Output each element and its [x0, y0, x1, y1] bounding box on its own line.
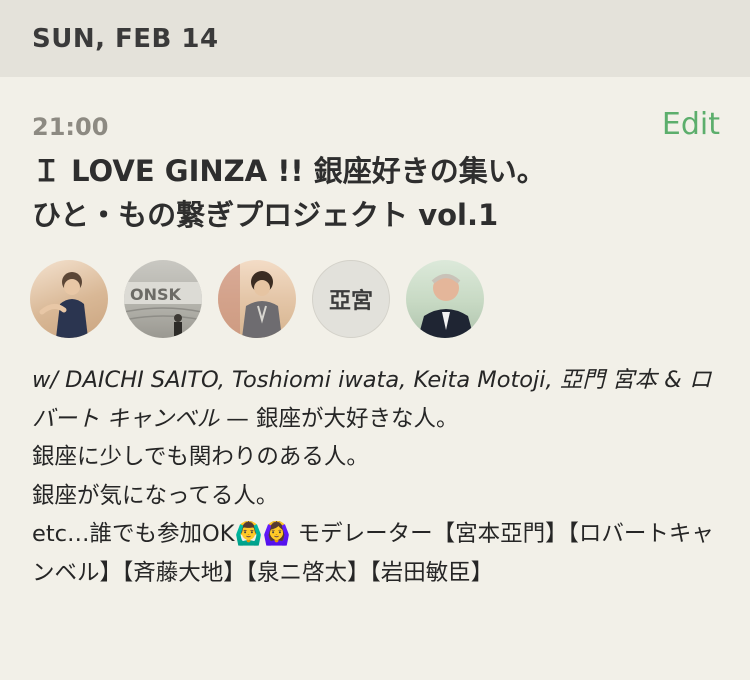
event-time: 21:00 — [32, 113, 109, 141]
description-line: etc…誰でも参加OK🙆‍♂️🙆‍♀️ モデレーター【宮本亞門】【ロバートキャン… — [32, 521, 714, 586]
description-line: 銀座に少しでも関わりのある人。 — [32, 444, 369, 470]
event-title-line-2: ひと・もの繋ぎプロジェクト vol.1 — [32, 198, 499, 232]
description-text: — 銀座が大好きな人。 — [219, 405, 459, 432]
event-title: Ｉ LOVE GINZA !! 銀座好きの集い。 ひと・もの繋ぎプロジェクト v… — [32, 149, 722, 237]
event-title-line-1: Ｉ LOVE GINZA !! 銀座好きの集い。 — [32, 154, 546, 188]
person-photo-icon — [218, 260, 282, 338]
event-meta-row: 21:00 Edit — [32, 107, 720, 147]
description-line: 銀座が気になってる人。 — [32, 482, 279, 509]
avatar-initials-text: 亞宮 — [328, 289, 373, 314]
description-line: w/ DAICHI SAITO, Toshiomi iwata, Keita M… — [32, 361, 722, 438]
person-photo-icon — [39, 272, 88, 338]
person-photo-icon — [418, 274, 474, 338]
avatar[interactable]: ONSK — [124, 260, 202, 338]
date-label: SUN, FEB 14 — [32, 23, 219, 54]
speaker-avatars: ONSK 亞宮 — [30, 260, 484, 338]
edit-button[interactable]: Edit — [662, 107, 720, 142]
avatar-initials[interactable]: 亞宮 — [312, 260, 390, 338]
event-card[interactable]: 21:00 Edit Ｉ LOVE GINZA !! 銀座好きの集い。 ひと・も… — [0, 77, 750, 680]
avatar[interactable] — [406, 260, 484, 338]
building-photo-icon: ONSK — [124, 282, 202, 336]
event-description: w/ DAICHI SAITO, Toshiomi iwata, Keita M… — [32, 361, 722, 592]
avatar[interactable] — [218, 260, 296, 338]
date-header: SUN, FEB 14 — [0, 0, 750, 77]
svg-text:ONSK: ONSK — [130, 285, 182, 304]
avatar[interactable] — [30, 260, 108, 338]
